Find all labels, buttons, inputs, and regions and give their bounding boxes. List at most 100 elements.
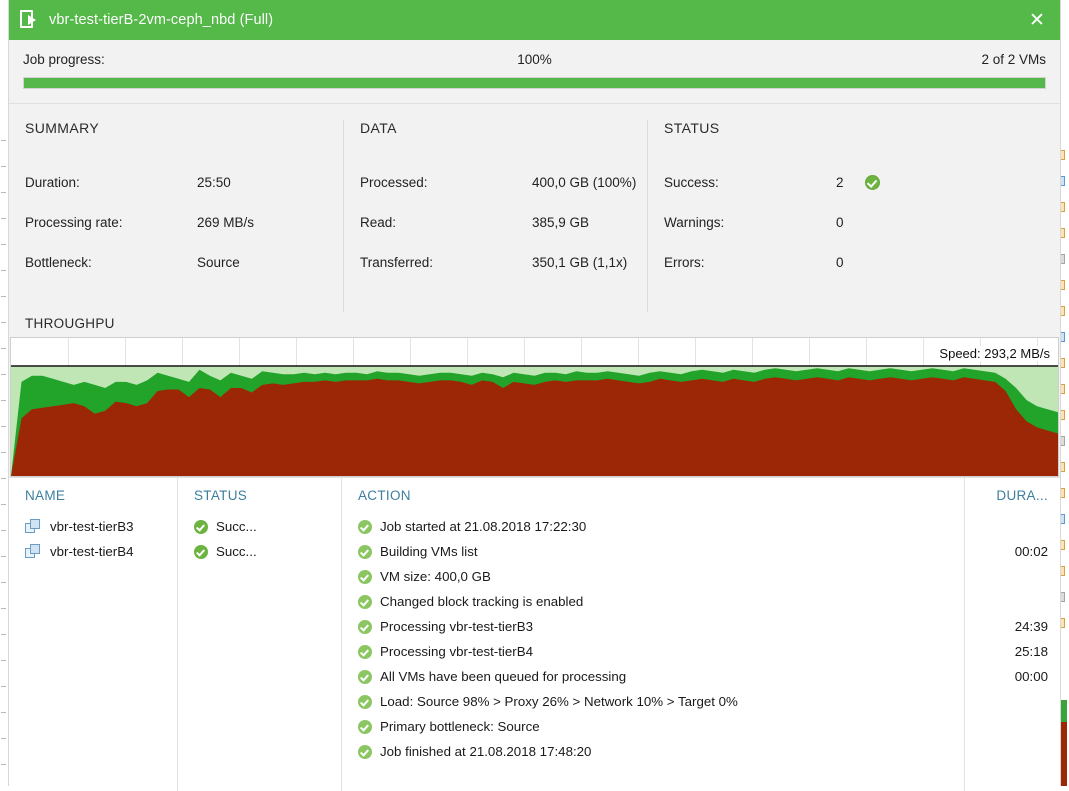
action-row[interactable]: Job finished at 21.08.2018 17:48:20 [342, 739, 964, 764]
vm-icon [25, 544, 42, 559]
vm-icon [25, 519, 42, 534]
action-duration [965, 689, 1060, 714]
action-row[interactable]: All VMs have been queued for processing [342, 664, 964, 689]
data-heading: DATA [360, 120, 397, 136]
action-duration [965, 514, 1060, 539]
status-errors-label: Errors: [664, 254, 705, 270]
summary-row-bottleneck: Bottleneck: Source [25, 242, 343, 282]
data-column: DATA Processed: 400,0 GB (100%) Read: 38… [343, 120, 647, 312]
success-check-icon [194, 544, 208, 559]
status-heading: STATUS [664, 120, 720, 136]
success-check-icon [358, 544, 372, 559]
stats-panel: SUMMARY Duration: 25:50 Processing rate:… [9, 104, 1060, 312]
table-row-status: Succ... [178, 514, 341, 539]
data-row-processed: Processed: 400,0 GB (100%) [360, 162, 647, 202]
success-check-icon [358, 569, 372, 584]
header-name: NAME [25, 488, 66, 503]
job-page-icon [19, 9, 41, 31]
summary-processing-rate-value: 269 MB/s [197, 214, 255, 230]
action-column: ACTION Job started at 21.08.2018 17:22:3… [342, 478, 964, 791]
data-row-read: Read: 385,9 GB [360, 202, 647, 242]
chart-areas [11, 365, 1058, 476]
status-success-label: Success: [664, 174, 719, 190]
header-duration: DURA... [996, 488, 1048, 503]
status-errors-value: 0 [836, 254, 844, 270]
action-text: Job finished at 21.08.2018 17:48:20 [380, 744, 592, 759]
action-duration [965, 714, 1060, 739]
job-progress-row: Job progress: 100% 2 of 2 VMs [23, 40, 1046, 72]
action-duration [965, 739, 1060, 764]
title-bar: vbr-test-tierB-2vm-ceph_nbd (Full) ✕ [9, 0, 1060, 40]
summary-row-duration: Duration: 25:50 [25, 162, 343, 202]
status-row-errors: Errors: 0 [664, 242, 1060, 282]
data-transferred-label: Transferred: [360, 254, 434, 270]
summary-duration-value: 25:50 [197, 174, 231, 190]
summary-heading: SUMMARY [25, 120, 100, 136]
action-row[interactable]: Changed block tracking is enabled [342, 589, 964, 614]
vm-status-list: Succ... Succ... [178, 514, 341, 564]
status-warnings-value: 0 [836, 214, 844, 230]
action-text: Processing vbr-test-tierB3 [380, 619, 533, 634]
action-text: Job started at 21.08.2018 17:22:30 [380, 519, 587, 534]
success-check-icon [358, 619, 372, 634]
status-column-table: STATUS Succ... Succ... [178, 478, 341, 791]
vm-status: Succ... [216, 544, 257, 559]
action-row[interactable]: Building VMs list [342, 539, 964, 564]
action-duration: 24:39 [1014, 619, 1048, 634]
name-column: NAME vbr-test-tierB3 vbr-test-tierB4 [9, 478, 177, 791]
summary-column: SUMMARY Duration: 25:50 Processing rate:… [9, 120, 343, 312]
action-text: All VMs have been queued for processing [380, 669, 627, 684]
action-log-list: Job started at 21.08.2018 17:22:30 Buildi… [342, 514, 964, 764]
status-warnings-label: Warnings: [664, 214, 725, 230]
table-row[interactable]: vbr-test-tierB4 [9, 539, 177, 564]
summary-processing-rate-label: Processing rate: [25, 214, 123, 230]
vm-name: vbr-test-tierB4 [50, 544, 134, 559]
success-check-icon [358, 719, 372, 734]
action-row[interactable]: Job started at 21.08.2018 17:22:30 [342, 514, 964, 539]
vm-name-list: vbr-test-tierB3 vbr-test-tierB4 [9, 514, 177, 564]
action-duration: 00:02 [1014, 544, 1048, 559]
job-progress-section: Job progress: 100% 2 of 2 VMs [9, 40, 1060, 103]
chart-speed-annotation: Speed: 293,2 MB/s [937, 346, 1052, 361]
data-processed-label: Processed: [360, 174, 428, 190]
duration-column: DURA... 00:02 24:39 25:18 00:00 [965, 478, 1060, 791]
success-check-icon [358, 669, 372, 684]
throughput-chart: Speed: 293,2 MB/s [10, 337, 1059, 477]
action-row[interactable]: Processing vbr-test-tierB4 [342, 639, 964, 664]
action-row[interactable]: Processing vbr-test-tierB3 [342, 614, 964, 639]
action-text: VM size: 400,0 GB [380, 569, 491, 584]
success-check-icon [358, 694, 372, 709]
success-check-icon [865, 174, 881, 190]
job-progress-window: vbr-test-tierB-2vm-ceph_nbd (Full) ✕ Job… [8, 0, 1061, 791]
action-row[interactable]: VM size: 400,0 GB [342, 564, 964, 589]
status-success-value: 2 [836, 174, 844, 190]
job-progress-bar [23, 77, 1046, 89]
table-row[interactable]: vbr-test-tierB3 [9, 514, 177, 539]
action-text: Changed block tracking is enabled [380, 594, 584, 609]
action-text: Primary bottleneck: Source [380, 719, 540, 734]
data-read-label: Read: [360, 214, 397, 230]
chart-series-processing-rate [11, 377, 1058, 476]
action-duration [965, 589, 1060, 614]
action-text: Processing vbr-test-tierB4 [380, 644, 533, 659]
window-title: vbr-test-tierB-2vm-ceph_nbd (Full) [49, 12, 274, 28]
action-row[interactable]: Primary bottleneck: Source [342, 714, 964, 739]
summary-bottleneck-value: Source [197, 254, 240, 270]
header-action: ACTION [358, 488, 411, 503]
close-icon[interactable]: ✕ [1014, 0, 1060, 40]
data-transferred-value: 350,1 GB (1,1x) [532, 254, 628, 270]
data-processed-value: 400,0 GB (100%) [532, 174, 637, 190]
action-duration: 00:00 [1014, 669, 1048, 684]
screen: vbr-test-tierB-2vm-ceph_nbd (Full) ✕ Job… [0, 0, 1069, 791]
data-row-transferred: Transferred: 350,1 GB (1,1x) [360, 242, 647, 282]
summary-row-processing-rate: Processing rate: 269 MB/s [25, 202, 343, 242]
success-check-icon [194, 519, 208, 534]
job-progress-bar-fill [24, 78, 1045, 88]
action-row[interactable]: Load: Source 98% > Proxy 26% > Network 1… [342, 689, 964, 714]
status-column: STATUS Success: 2 Warnings: 0 Errors: 0 [647, 120, 1060, 312]
throughput-heading: THROUGHPU [9, 312, 1060, 337]
status-row-success: Success: 2 [664, 162, 1060, 202]
status-row-warnings: Warnings: 0 [664, 202, 1060, 242]
details-table: NAME vbr-test-tierB3 vbr-test-tierB4 STAT… [9, 477, 1060, 791]
duration-list: 00:02 24:39 25:18 00:00 [965, 514, 1060, 764]
